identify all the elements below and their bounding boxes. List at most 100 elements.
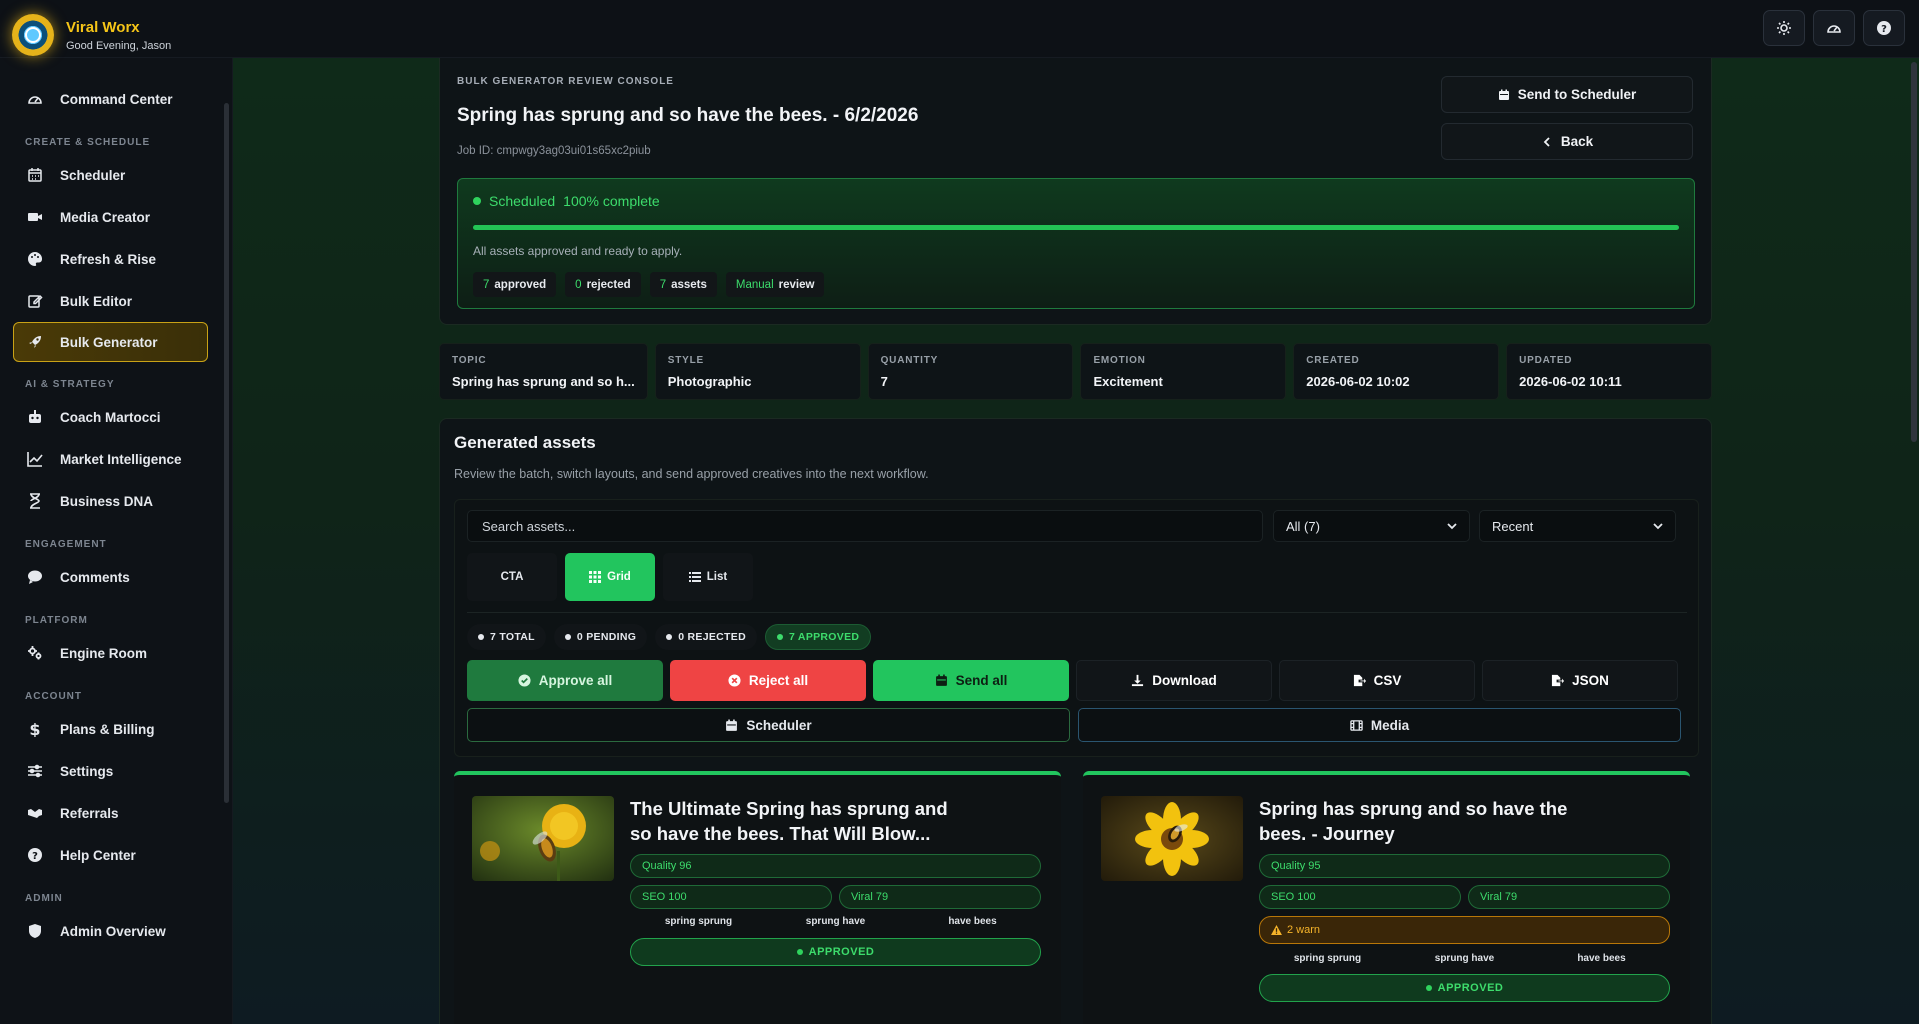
greeting: Good Evening, Jason bbox=[66, 39, 172, 52]
handshake-icon bbox=[26, 804, 44, 822]
sidebar-item-plans-billing[interactable]: $ Plans & Billing bbox=[0, 708, 232, 750]
export-csv-button[interactable]: CSV bbox=[1279, 660, 1475, 701]
asset-card[interactable]: Spring has sprung and so have the bees. … bbox=[1083, 771, 1690, 1024]
viral-score: Viral 79 bbox=[1468, 885, 1670, 909]
sidebar-item-label: Bulk Editor bbox=[60, 293, 133, 309]
asset-thumbnail[interactable] bbox=[1101, 796, 1243, 881]
sidebar-item-label: Media Creator bbox=[60, 209, 151, 225]
help-button[interactable]: ? bbox=[1863, 10, 1905, 46]
search-input[interactable]: Search assets... bbox=[467, 510, 1263, 542]
status-label: Scheduled bbox=[489, 193, 556, 209]
gauge-icon bbox=[26, 90, 44, 108]
gears-icon bbox=[26, 644, 44, 662]
sidebar-item-label: Help Center bbox=[60, 847, 136, 863]
calendar-icon bbox=[26, 166, 44, 184]
reject-all-button[interactable]: Reject all bbox=[670, 660, 866, 701]
warning-badge[interactable]: 2 warn bbox=[1259, 916, 1670, 944]
filter-approved-pill[interactable]: 7 APPROVED bbox=[764, 624, 872, 650]
brand-logo bbox=[12, 14, 54, 56]
main-scrollbar[interactable] bbox=[1911, 62, 1917, 442]
filter-select[interactable]: All (7) bbox=[1273, 510, 1470, 542]
sidebar-item-bulk-generator[interactable]: Bulk Generator bbox=[13, 322, 208, 362]
svg-text:$: $ bbox=[29, 721, 40, 737]
sidebar-item-label: Plans & Billing bbox=[60, 721, 155, 737]
review-console-header: BULK GENERATOR REVIEW CONSOLE Spring has… bbox=[439, 58, 1712, 325]
theme-toggle-button[interactable] bbox=[1763, 10, 1805, 46]
sun-icon bbox=[1777, 21, 1791, 35]
sidebar-item-engine-room[interactable]: Engine Room bbox=[0, 632, 232, 674]
chevron-down-icon bbox=[1653, 523, 1663, 530]
dollar-icon: $ bbox=[26, 720, 44, 738]
send-to-scheduler-label: Send to Scheduler bbox=[1517, 87, 1637, 102]
assets-subtitle: Review the batch, switch layouts, and se… bbox=[454, 467, 929, 481]
video-icon bbox=[26, 208, 44, 226]
sidebar-item-referrals[interactable]: Referrals bbox=[0, 792, 232, 834]
sidebar-section-admin: ADMIN bbox=[25, 893, 63, 904]
hourglass-icon bbox=[26, 492, 44, 510]
filter-total-pill[interactable]: 7 TOTAL bbox=[467, 624, 546, 650]
edit-icon bbox=[26, 292, 44, 310]
comment-icon bbox=[26, 568, 44, 586]
sliders-icon bbox=[26, 762, 44, 780]
sidebar-item-business-dna[interactable]: Business DNA bbox=[0, 480, 232, 522]
sidebar-item-scheduler[interactable]: Scheduler bbox=[0, 154, 232, 196]
sidebar-section-ai: AI & STRATEGY bbox=[25, 379, 115, 390]
brand-name: Viral Worx bbox=[66, 18, 140, 36]
file-export-icon bbox=[1552, 674, 1565, 687]
keyword: spring sprung bbox=[1293, 953, 1362, 964]
file-export-icon bbox=[1353, 674, 1366, 687]
dashboard-button[interactable] bbox=[1813, 10, 1855, 46]
status-note: All assets approved and ready to apply. bbox=[473, 244, 683, 258]
shield-icon bbox=[26, 922, 44, 940]
approve-all-button[interactable]: Approve all bbox=[467, 660, 663, 701]
filter-pending-pill[interactable]: 0 PENDING bbox=[553, 624, 648, 650]
progress-bar bbox=[473, 225, 1679, 230]
sidebar-item-market[interactable]: Market Intelligence bbox=[0, 438, 232, 480]
sidebar-item-label: Refresh & Rise bbox=[60, 251, 157, 267]
sidebar-section-create: CREATE & SCHEDULE bbox=[25, 137, 151, 148]
back-label: Back bbox=[1560, 134, 1594, 149]
scheduler-button[interactable]: Scheduler bbox=[467, 708, 1070, 742]
back-button[interactable]: Back bbox=[1441, 123, 1693, 160]
sort-select[interactable]: Recent bbox=[1479, 510, 1676, 542]
sidebar-item-label: Market Intelligence bbox=[60, 451, 182, 467]
top-bar: Viral Worx Good Evening, Jason ? bbox=[0, 0, 1919, 58]
approved-status-badge[interactable]: APPROVED bbox=[630, 938, 1041, 966]
sidebar-item-bulk-editor[interactable]: Bulk Editor bbox=[0, 280, 232, 322]
send-to-scheduler-button[interactable]: Send to Scheduler bbox=[1441, 76, 1693, 113]
media-button[interactable]: Media bbox=[1078, 708, 1681, 742]
approved-count-chip: 7 approved bbox=[473, 272, 557, 297]
view-list-button[interactable]: List bbox=[663, 553, 753, 601]
approved-status-badge[interactable]: APPROVED bbox=[1259, 974, 1670, 1002]
sidebar-item-admin-overview[interactable]: Admin Overview bbox=[0, 910, 232, 952]
sidebar-item-refresh-rise[interactable]: Refresh & Rise bbox=[0, 238, 232, 280]
sidebar-item-settings[interactable]: Settings bbox=[0, 750, 232, 792]
sidebar-item-command-center[interactable]: Command Center bbox=[0, 78, 232, 120]
sidebar-item-label: Admin Overview bbox=[60, 923, 166, 939]
sidebar-item-label: Command Center bbox=[60, 91, 173, 107]
sidebar-item-coach[interactable]: Coach Martocci bbox=[0, 396, 232, 438]
brand[interactable]: Viral Worx Good Evening, Jason bbox=[12, 14, 171, 56]
toolbar-divider bbox=[467, 612, 1687, 613]
sidebar-item-comments[interactable]: Comments bbox=[0, 556, 232, 598]
rocket-icon bbox=[26, 333, 44, 351]
chevron-down-icon bbox=[1447, 523, 1457, 530]
keyword: sprung have bbox=[805, 916, 866, 927]
view-grid-button[interactable]: Grid bbox=[565, 553, 655, 601]
viral-score: Viral 79 bbox=[839, 885, 1041, 909]
list-icon bbox=[688, 572, 701, 582]
download-button[interactable]: Download bbox=[1076, 660, 1272, 701]
asset-title: The Ultimate Spring has sprung and so ha… bbox=[630, 798, 948, 844]
asset-card[interactable]: The Ultimate Spring has sprung and so ha… bbox=[454, 771, 1061, 1024]
seo-score: SEO 100 bbox=[630, 885, 832, 909]
asset-title: Spring has sprung and so have the bees. … bbox=[1259, 798, 1568, 844]
filter-rejected-pill[interactable]: 0 REJECTED bbox=[655, 624, 757, 650]
meta-emotion: EMOTION Excitement bbox=[1080, 343, 1287, 400]
sidebar-item-media-creator[interactable]: Media Creator bbox=[0, 196, 232, 238]
sidebar-item-help-center[interactable]: ? Help Center bbox=[0, 834, 232, 876]
export-json-button[interactable]: JSON bbox=[1482, 660, 1678, 701]
view-cta-button[interactable]: CTA bbox=[467, 553, 557, 601]
send-all-button[interactable]: Send all bbox=[873, 660, 1069, 701]
asset-thumbnail[interactable] bbox=[472, 796, 614, 881]
chevron-left-icon bbox=[1543, 136, 1550, 147]
